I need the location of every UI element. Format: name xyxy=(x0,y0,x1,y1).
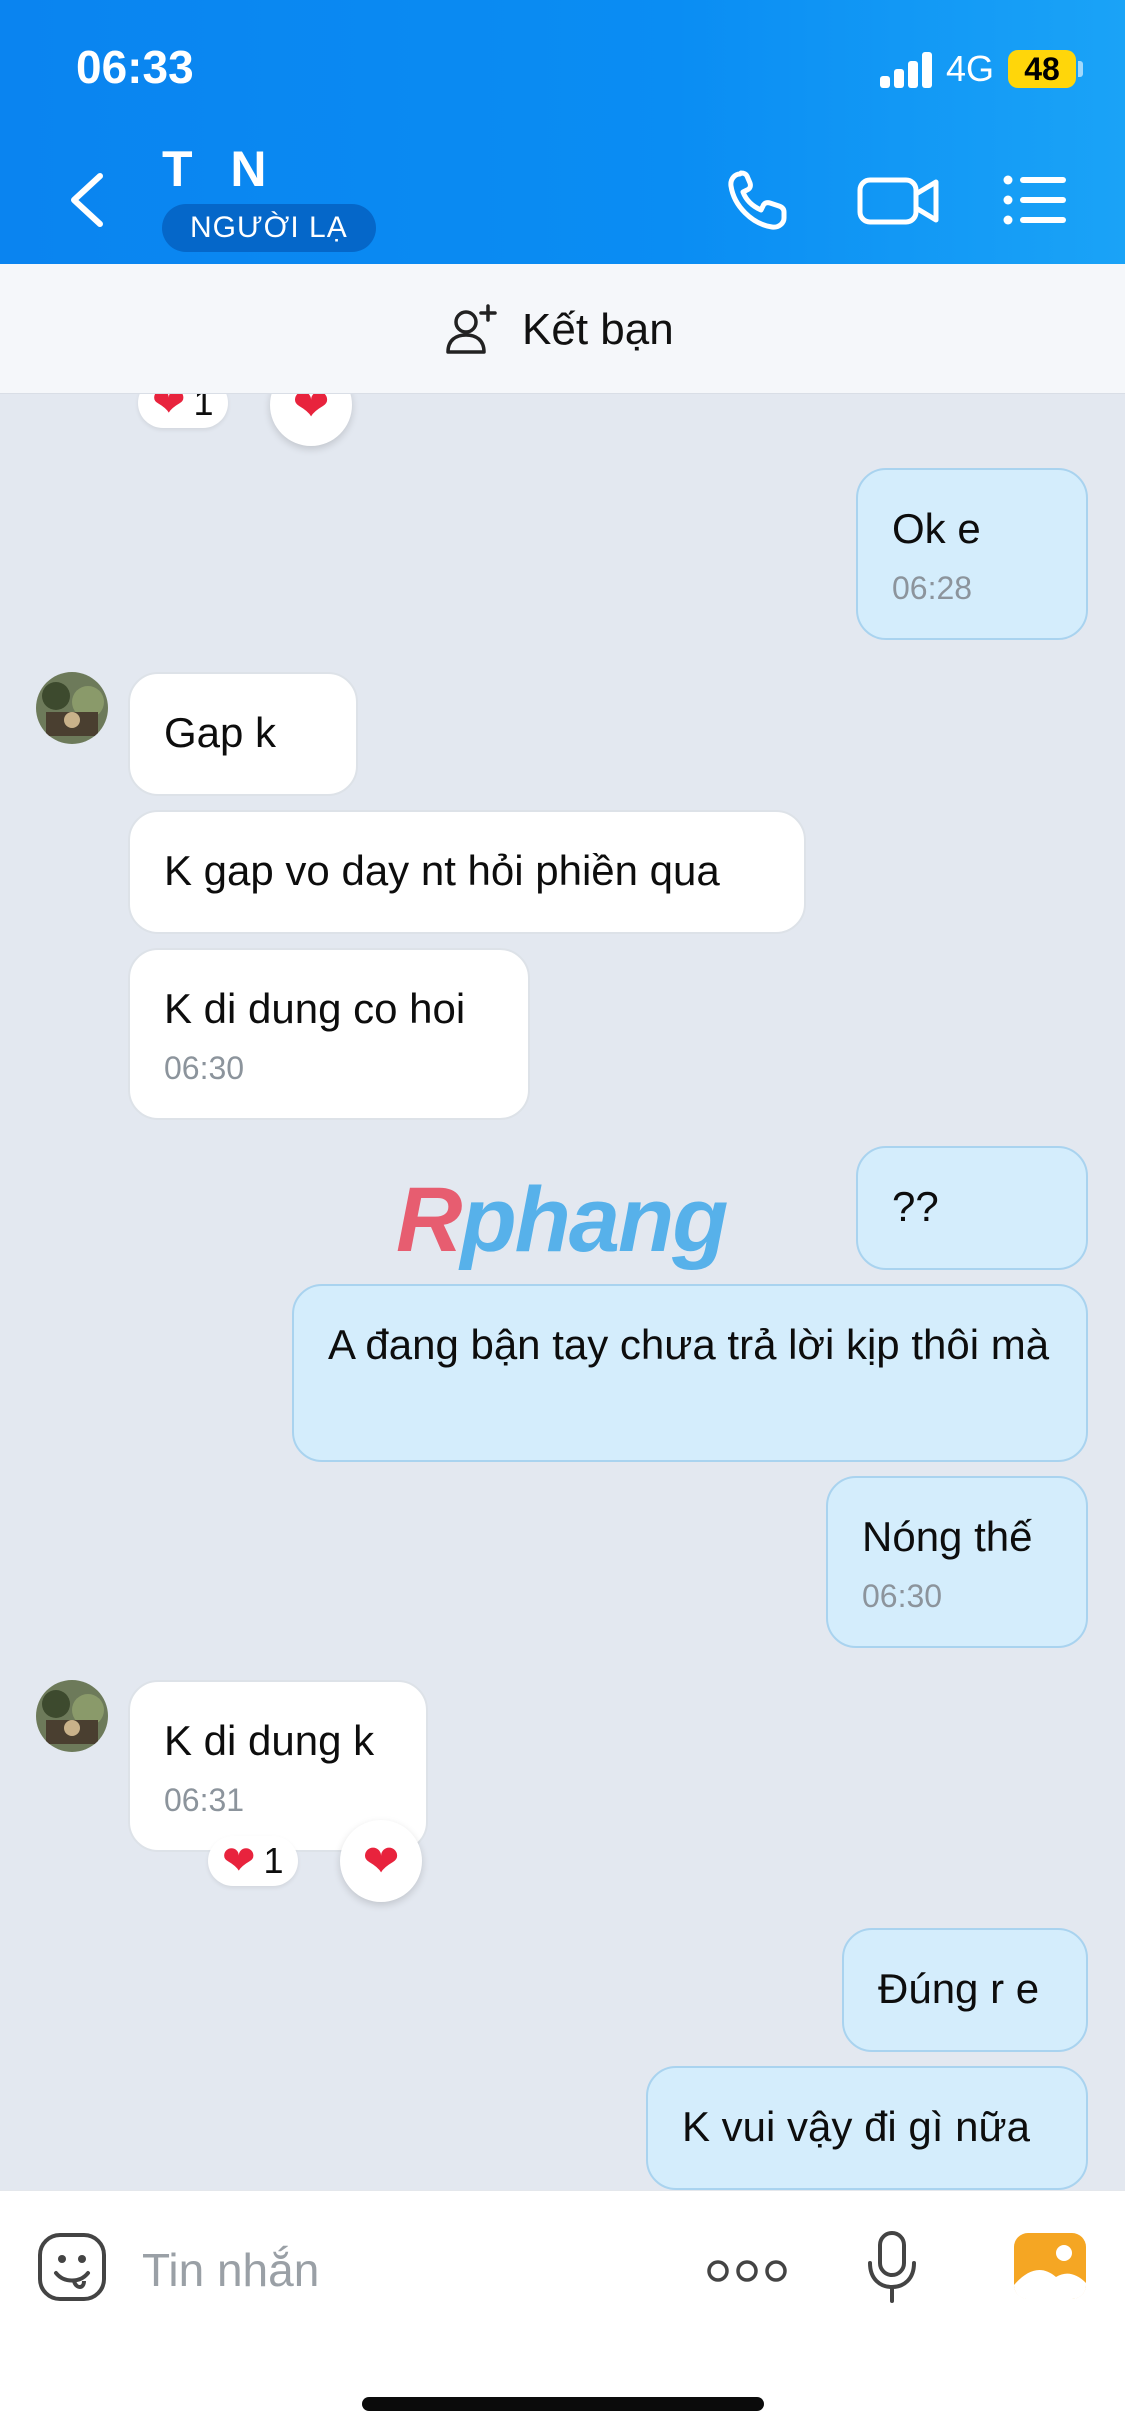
message-bubble-out[interactable]: K vui vậy đi gì nữa xyxy=(646,2066,1088,2190)
back-icon[interactable] xyxy=(60,160,120,240)
message-text: A đang bận tay chưa trả lời kịp thôi mà xyxy=(328,1321,1050,1368)
message-text: K di dung co hoi xyxy=(164,985,466,1032)
message-time: 06:30 xyxy=(862,1578,943,1614)
avatar[interactable] xyxy=(36,1680,108,1752)
message-bubble-out[interactable]: A đang bận tay chưa trả lời kịp thôi mà xyxy=(292,1284,1088,1462)
status-time: 06:33 xyxy=(76,41,194,93)
message-time: 06:28 xyxy=(892,570,973,606)
message-text: ?? xyxy=(892,1183,939,1230)
battery-cap xyxy=(1078,61,1083,77)
message-bubble-in[interactable]: Gap k xyxy=(128,672,358,796)
menu-list-icon[interactable] xyxy=(1000,160,1070,240)
avatar-image xyxy=(36,672,108,744)
image-icon[interactable] xyxy=(1012,2231,1088,2301)
message-text: Nóng thế xyxy=(862,1513,1033,1560)
avatar-image xyxy=(36,1680,108,1752)
phone-icon[interactable] xyxy=(718,160,798,240)
heart-icon: ❤ xyxy=(362,1836,400,1886)
message-input[interactable]: Tin nhắn xyxy=(142,2243,319,2297)
message-text: Đúng r e xyxy=(878,1965,1040,2012)
reaction-count: 1 xyxy=(263,1840,284,1881)
react-heart-button[interactable]: ❤ xyxy=(340,1820,422,1902)
message-text: K di dung k xyxy=(164,1717,375,1764)
reaction-summary[interactable]: ❤ 1 xyxy=(208,1836,298,1886)
message-time: 06:31 xyxy=(164,1782,245,1818)
heart-icon: ❤ xyxy=(222,1839,256,1883)
contact-name[interactable]: T N xyxy=(162,140,279,198)
message-bubble-out[interactable]: Nóng thế 06:30 xyxy=(826,1476,1088,1648)
message-bubble-out[interactable]: Ok e 06:28 xyxy=(856,468,1088,640)
watermark-first: R xyxy=(396,1169,462,1271)
battery-icon: 48 xyxy=(1008,50,1076,88)
home-indicator xyxy=(362,2397,764,2411)
network-type: 4G xyxy=(946,48,995,89)
sticker-icon[interactable] xyxy=(36,2231,108,2303)
chat-header: 06:33 4G 48 T N NGƯỜI LẠ xyxy=(0,0,1125,264)
message-bubble-in[interactable]: K di dung co hoi 06:30 xyxy=(128,948,530,1120)
video-call-icon[interactable] xyxy=(854,160,944,240)
watermark-rest: phang xyxy=(460,1169,728,1271)
add-friend-bar-overlay: Kết bạn xyxy=(0,264,1125,394)
avatar[interactable] xyxy=(36,672,108,744)
microphone-icon[interactable] xyxy=(864,2229,920,2305)
message-text: Ok e xyxy=(892,505,981,552)
message-time: 06:30 xyxy=(164,1050,245,1086)
message-text: K gap vo day nt hỏi phiền qua xyxy=(164,847,720,894)
watermark-logo: Rphang xyxy=(396,1168,728,1273)
add-friend-button-overlay[interactable]: Kết bạn xyxy=(444,300,674,360)
message-bubble-out[interactable]: Đúng r e xyxy=(842,1928,1088,2052)
stranger-badge: NGƯỜI LẠ xyxy=(162,204,376,252)
message-bubble-in[interactable]: K gap vo day nt hỏi phiền qua xyxy=(128,810,806,934)
message-text: Gap k xyxy=(164,709,277,756)
message-bubble-out[interactable]: ?? xyxy=(856,1146,1088,1270)
more-icon[interactable] xyxy=(706,2257,788,2285)
add-friend-label: Kết bạn xyxy=(522,305,674,354)
add-person-icon xyxy=(446,304,497,354)
message-text: K vui vậy đi gì nữa xyxy=(682,2103,1030,2150)
signal-icon xyxy=(880,52,936,88)
